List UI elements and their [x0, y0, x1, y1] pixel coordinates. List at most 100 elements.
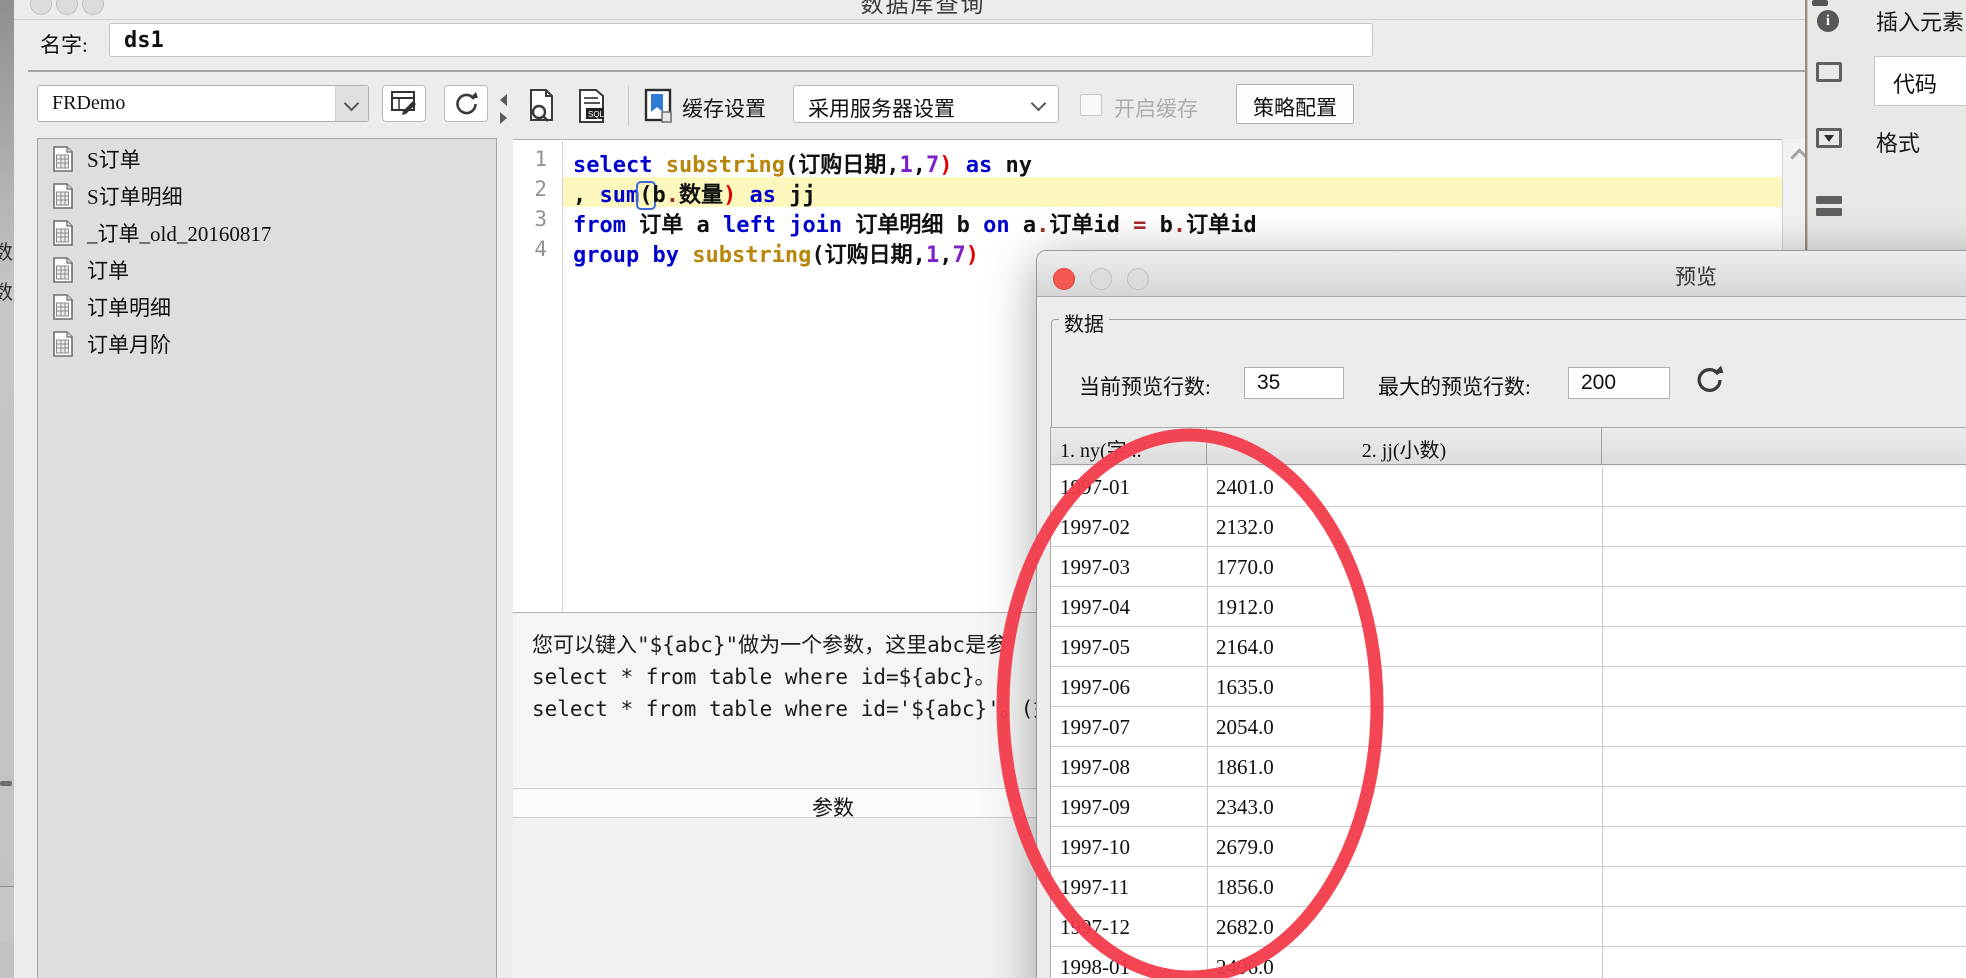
table-row[interactable]: 1997-10 2679.0	[1051, 827, 1966, 867]
line-number: 3	[534, 207, 547, 231]
cell-jj: 1912.0	[1216, 595, 1274, 619]
table-row[interactable]: 1997-05 2164.0	[1051, 627, 1966, 667]
table-row[interactable]: 1997-04 1912.0	[1051, 587, 1966, 627]
table-row[interactable]: 1997-12 2682.0	[1051, 907, 1966, 947]
zoom-button[interactable]	[82, 0, 104, 15]
table-list-item[interactable]: S订单明细	[38, 176, 496, 213]
cell-ny: 1997-02	[1060, 515, 1130, 539]
table-row[interactable]: 1997-01 2401.0	[1051, 467, 1966, 507]
table-doc-icon	[53, 220, 73, 246]
refresh-preview-icon[interactable]	[1694, 365, 1724, 395]
column-header-jj[interactable]: 2. jj(小数)	[1207, 428, 1602, 464]
info-icon[interactable]: i	[1817, 10, 1839, 32]
table-row[interactable]: 1997-02 2132.0	[1051, 507, 1966, 547]
table-name: 订单明细	[87, 296, 171, 320]
cell-ny: 1997-10	[1060, 835, 1130, 859]
minimize-button[interactable]	[56, 0, 78, 15]
table-row[interactable]: 1998-01 2496.0	[1051, 947, 1966, 978]
table-doc-icon	[53, 294, 73, 320]
cell-ny: 1997-04	[1060, 595, 1130, 619]
column-header-empty	[1602, 428, 1966, 464]
partial-widget	[0, 886, 14, 941]
view-sql-button[interactable]: SQL	[576, 88, 608, 129]
close-button[interactable]	[30, 0, 52, 15]
refresh-icon	[456, 92, 478, 115]
cell-jj: 2496.0	[1216, 955, 1274, 978]
table-row[interactable]: 1997-08 1861.0	[1051, 747, 1966, 787]
refresh-tables-button[interactable]	[444, 85, 488, 122]
table-row[interactable]: 1997-06 1635.0	[1051, 667, 1966, 707]
table-row[interactable]: 1997-03 1770.0	[1051, 547, 1966, 587]
data-groupbox-label: 数据	[1059, 308, 1109, 337]
column-header-ny[interactable]: 1. ny(字...	[1051, 428, 1207, 464]
partial-text: 数	[0, 282, 13, 304]
toolbar-separator	[628, 86, 629, 126]
max-rows-input[interactable]	[1568, 367, 1670, 399]
cell-jj: 2401.0	[1216, 475, 1274, 499]
cache-mode-select[interactable]: 采用服务器设置	[793, 85, 1059, 123]
cell-ny: 1997-08	[1060, 755, 1130, 779]
table-row[interactable]: 1997-09 2343.0	[1051, 787, 1966, 827]
window-title: 数据库查询	[860, 0, 986, 17]
chevron-down-icon[interactable]	[335, 86, 368, 121]
widget-dropdown-icon[interactable]	[1816, 128, 1842, 148]
cell-ny: 1997-05	[1060, 635, 1130, 659]
screenshot-stage: 数 数 数据库查询 名字: FRDemo	[0, 0, 1966, 978]
cell-ny: 1997-11	[1060, 875, 1130, 899]
strategy-config-button[interactable]: 策略配置	[1236, 84, 1354, 124]
cell-jj: 2343.0	[1216, 795, 1274, 819]
table-list-item[interactable]: 订单明细	[38, 287, 496, 324]
table-list-item[interactable]: S订单	[38, 139, 496, 176]
code-line[interactable]: select substring(订购日期,1,7) as ny	[563, 147, 1782, 178]
preview-table: 1. ny(字... 2. jj(小数) 1997-01 2401.0 1997-0…	[1050, 427, 1966, 978]
cell-ny: 1997-03	[1060, 555, 1130, 579]
cell-ny: 1997-12	[1060, 915, 1130, 939]
bars-icon[interactable]	[1816, 196, 1842, 204]
table-name: 订单月阶	[87, 333, 171, 357]
table-name: 订单	[87, 259, 129, 283]
divider	[28, 70, 1819, 72]
cell-jj: 1856.0	[1216, 875, 1274, 899]
connection-select[interactable]: FRDemo	[37, 85, 369, 122]
cell-jj: 2679.0	[1216, 835, 1274, 859]
current-rows-input[interactable]	[1244, 367, 1344, 399]
svg-text:SQL: SQL	[588, 110, 605, 119]
preview-titlebar[interactable]: 预览	[1037, 251, 1966, 297]
cell-jj: 1770.0	[1216, 555, 1274, 579]
preview-dialog: 预览 数据 当前预览行数: 最大的预览行数: 1. ny(字... 2. jj(…	[1036, 250, 1966, 978]
cell-jj: 2132.0	[1216, 515, 1274, 539]
dataset-name-input[interactable]	[109, 23, 1373, 57]
table-header-row[interactable]: 1. ny(字... 2. jj(小数)	[1051, 428, 1966, 465]
table-row[interactable]: 1997-11 1856.0	[1051, 867, 1966, 907]
connection-select-value: FRDemo	[52, 92, 126, 114]
edit-sql-button[interactable]	[382, 85, 426, 122]
table-list-item[interactable]: 订单	[38, 250, 496, 287]
block-element-icon[interactable]	[1816, 62, 1842, 82]
cell-jj: 1861.0	[1216, 755, 1274, 779]
table-doc-icon	[53, 257, 73, 283]
grid-line	[1207, 467, 1208, 978]
table-list: S订单 S订单明细 _订单_old_20160817 订单订单明细订单月阶	[37, 138, 497, 978]
enable-cache-checkbox[interactable]	[1080, 94, 1102, 116]
sql-code[interactable]: select substring(订购日期,1,7) as ny, sum(b.…	[563, 147, 1782, 268]
cell-jj: 2682.0	[1216, 915, 1274, 939]
save-template-button[interactable]	[644, 86, 674, 129]
current-rows-label: 当前预览行数:	[1079, 375, 1211, 399]
collapse-left-icon[interactable]	[500, 94, 507, 106]
table-list-item[interactable]: _订单_old_20160817	[38, 213, 496, 250]
table-doc-icon	[53, 183, 73, 209]
cache-mode-value: 采用服务器设置	[808, 97, 955, 121]
cell-ny: 1997-01	[1060, 475, 1130, 499]
cell-ny: 1997-09	[1060, 795, 1130, 819]
table-list-item[interactable]: 订单月阶	[38, 324, 496, 361]
tab-code[interactable]: 代码	[1874, 56, 1966, 106]
code-line[interactable]: , sum(b.数量) as jj	[563, 177, 1782, 210]
tab-format[interactable]: 格式	[1876, 126, 1920, 158]
table-body: 1997-01 2401.0 1997-02 2132.0 1997-03 1770.0 1…	[1051, 467, 1966, 978]
table-row[interactable]: 1997-07 2054.0	[1051, 707, 1966, 747]
code-line[interactable]: from 订单 a left join 订单明细 b on a.订单id = b…	[563, 207, 1782, 238]
table-edit-icon	[391, 91, 416, 115]
partial-text: 数	[0, 242, 13, 264]
preview-sql-button[interactable]	[527, 88, 557, 129]
collapse-right-icon[interactable]	[500, 112, 507, 124]
